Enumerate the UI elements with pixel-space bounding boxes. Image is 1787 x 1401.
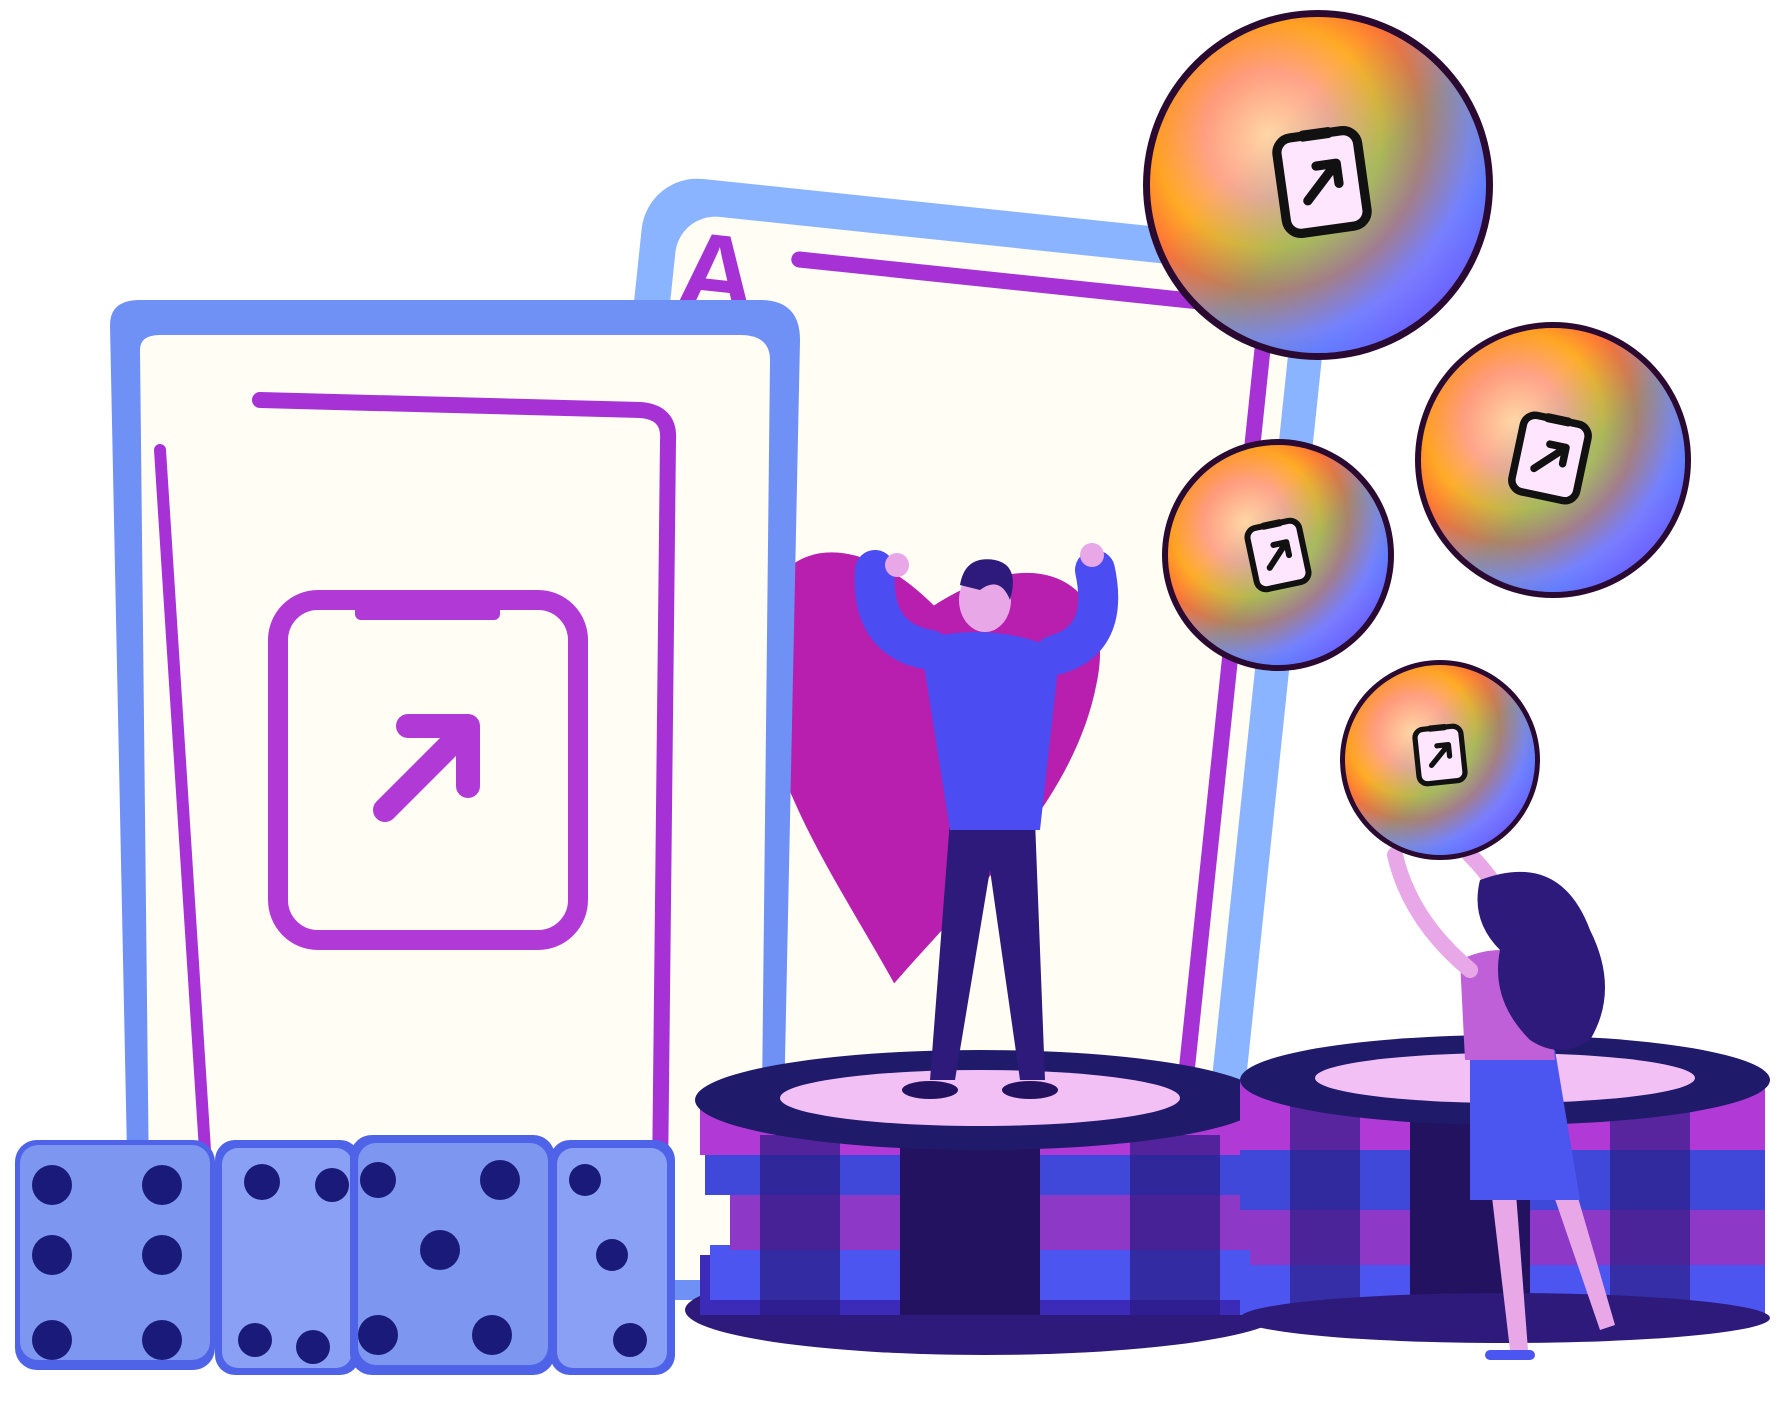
die-five [350,1135,555,1375]
chip-stack-center [685,1050,1285,1355]
die-four [215,1140,360,1375]
casino-illustration: A [15,10,1770,1375]
coin-orb-large [1143,10,1493,360]
coin-orb-middle [1162,439,1394,671]
coin-orb-small [1340,660,1540,860]
coin-orb-right [1415,322,1691,598]
dice-row [15,1135,675,1375]
die-six [15,1140,215,1370]
die-three [550,1140,675,1375]
